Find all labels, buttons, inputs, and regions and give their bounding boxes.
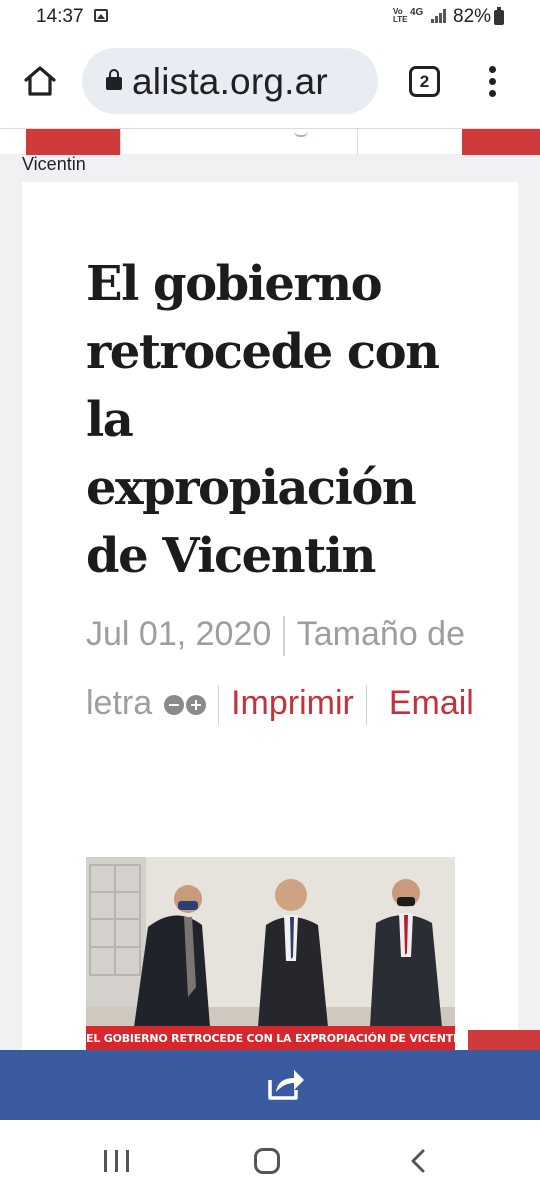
print-link[interactable]: Imprimir [231, 684, 354, 722]
home-button[interactable] [20, 62, 60, 102]
battery-percent: 82% [453, 6, 492, 27]
image-caption: EL GOBIERNO RETROCEDE CON LA EXPROPIACIÓ… [86, 1026, 455, 1052]
more-menu-button[interactable] [486, 66, 500, 98]
share-icon [268, 1070, 304, 1100]
email-link[interactable]: Email [389, 684, 474, 722]
browser-toolbar: alista.org.ar 2 [0, 34, 540, 128]
recent-apps-icon[interactable] [104, 1150, 130, 1172]
signal-icon [431, 9, 447, 23]
header-red-block [26, 129, 120, 155]
increase-font-icon[interactable] [185, 695, 206, 716]
nav-back-icon[interactable] [406, 1148, 432, 1174]
meta-divider [217, 685, 220, 726]
more-vert-icon [489, 66, 496, 73]
header-red-block [462, 129, 540, 155]
floating-red-tab[interactable] [468, 1030, 540, 1052]
lock-icon [106, 69, 122, 90]
article-image[interactable]: EL GOBIERNO RETROCEDE CON LA EXPROPIACIÓ… [86, 857, 455, 1052]
tab-switcher-button[interactable]: 2 [409, 66, 440, 97]
volte-icon: Vo LTE [393, 7, 408, 24]
battery-icon [494, 7, 504, 25]
article-meta: Jul 01, 2020 Tamaño de letra Imprimir Ema… [86, 600, 486, 738]
article-date: Jul 01, 2020 [86, 615, 272, 653]
breadcrumb[interactable]: Vicentin [22, 154, 86, 175]
status-time: 14:37 [36, 6, 84, 27]
gallery-notification-icon [94, 9, 108, 22]
url-text: alista.org.ar [132, 61, 328, 102]
share-bar[interactable] [0, 1050, 540, 1120]
system-nav-bar [0, 1120, 540, 1200]
nav-home-icon[interactable] [254, 1148, 280, 1174]
article-photo [86, 857, 455, 1052]
home-icon [24, 66, 56, 96]
meta-divider [365, 685, 368, 726]
site-logo-fragment [294, 131, 308, 137]
article-card: El gobierno retrocede con la expropiació… [22, 182, 518, 1082]
share-button[interactable] [266, 1066, 306, 1102]
network-type-icon: 4G [410, 7, 424, 18]
address-bar[interactable]: alista.org.ar [82, 48, 378, 114]
status-bar: 14:37 Vo LTE 4G 82% [0, 0, 540, 34]
meta-divider [283, 616, 285, 657]
site-header [0, 128, 540, 155]
decrease-font-icon[interactable] [163, 695, 184, 716]
article-title: El gobierno retrocede con la expropiació… [86, 256, 440, 584]
